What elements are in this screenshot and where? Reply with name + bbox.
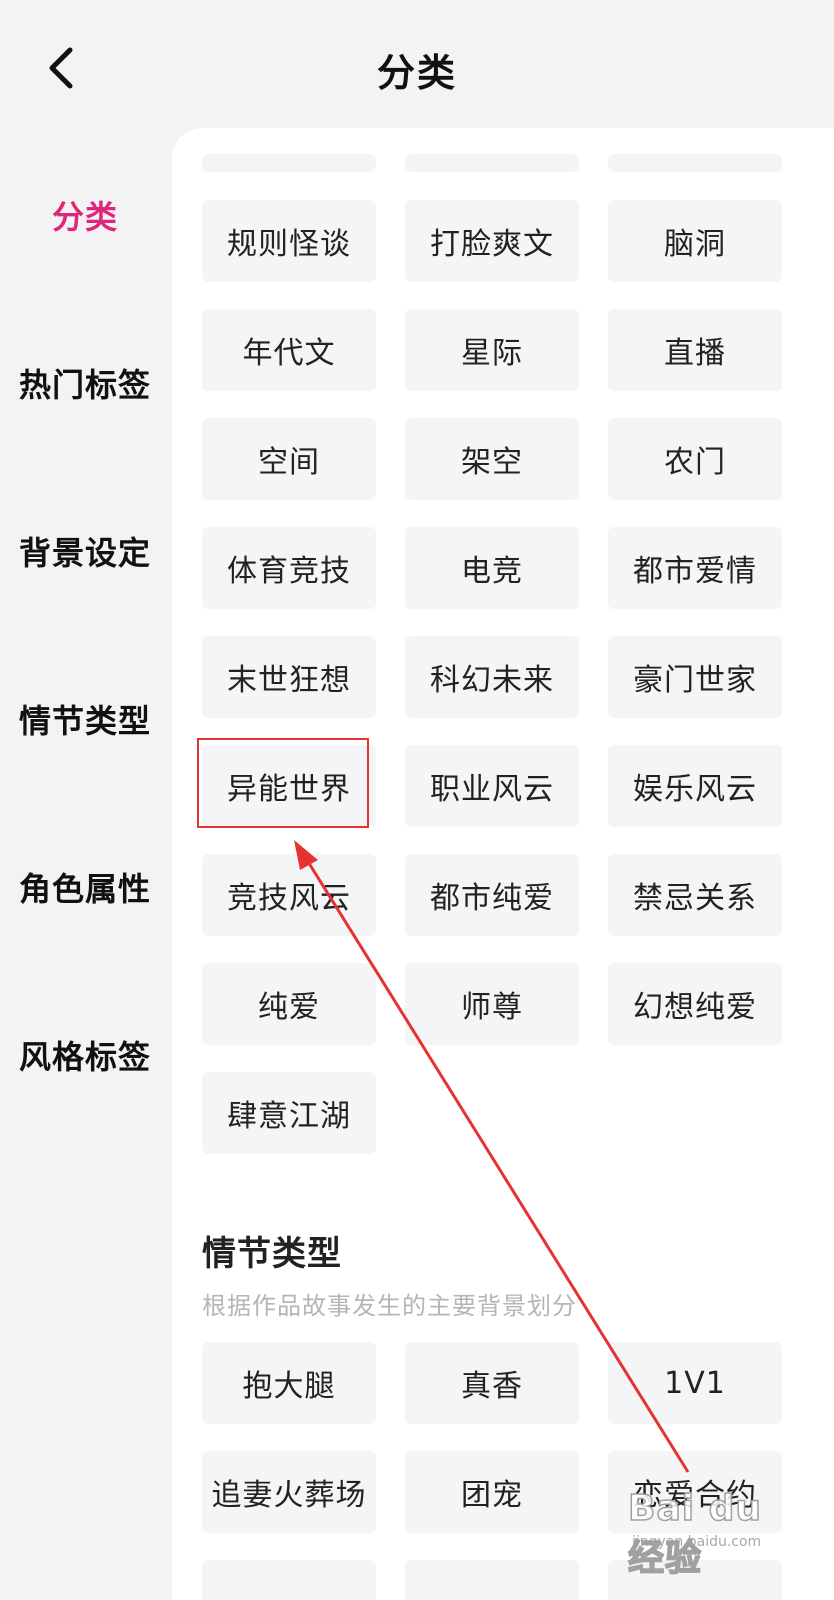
tag-button-partial[interactable] bbox=[608, 154, 782, 172]
section-description: 根据作品故事发生的主要背景划分 bbox=[202, 1292, 577, 1320]
tag-button-partial[interactable] bbox=[202, 154, 376, 172]
tag-button[interactable]: 纯爱 bbox=[202, 963, 376, 1045]
page-title: 分类 bbox=[376, 51, 457, 95]
tag-button[interactable]: 师尊 bbox=[405, 963, 579, 1045]
sidebar-item-category[interactable]: 分类 bbox=[0, 192, 170, 238]
header-bar: 分类 bbox=[0, 0, 834, 128]
tag-button[interactable]: 星际 bbox=[405, 309, 579, 391]
tag-button[interactable]: 空间 bbox=[202, 418, 376, 500]
sidebar-item-plot-type[interactable]: 情节类型 bbox=[0, 696, 170, 742]
sidebar-item-style-tags[interactable]: 风格标签 bbox=[0, 1032, 170, 1078]
tag-button[interactable]: 电竞 bbox=[405, 527, 579, 609]
tag-button[interactable]: 真香 bbox=[405, 1342, 579, 1424]
tag-button[interactable]: 都市纯爱 bbox=[405, 854, 579, 936]
sidebar-item-hot-tags[interactable]: 热门标签 bbox=[0, 360, 170, 406]
tag-button[interactable]: 1V1 bbox=[608, 1342, 782, 1424]
tag-button-highlighted[interactable]: 异能世界 bbox=[202, 745, 376, 827]
tag-button[interactable]: 打脸爽文 bbox=[405, 200, 579, 282]
tag-button[interactable]: 科幻未来 bbox=[405, 636, 579, 718]
tag-button[interactable]: 末世狂想 bbox=[202, 636, 376, 718]
tag-button-partial[interactable] bbox=[405, 154, 579, 172]
tag-button[interactable]: 都市爱情 bbox=[608, 527, 782, 609]
tag-button[interactable]: 体育竞技 bbox=[202, 527, 376, 609]
tag-button-partial[interactable] bbox=[202, 1560, 376, 1600]
tag-panel[interactable]: 规则怪谈 打脸爽文 脑洞 年代文 星际 直播 空间 架空 农门 体育竞技 电竞 … bbox=[172, 128, 834, 1600]
tag-button[interactable]: 禁忌关系 bbox=[608, 854, 782, 936]
tag-button[interactable]: 职业风云 bbox=[405, 745, 579, 827]
tag-button[interactable]: 肆意江湖 bbox=[202, 1072, 376, 1154]
tag-button[interactable]: 竞技风云 bbox=[202, 854, 376, 936]
tag-button[interactable]: 恋爱合约 bbox=[608, 1451, 782, 1533]
sidebar: 分类 热门标签 背景设定 情节类型 角色属性 风格标签 bbox=[0, 130, 170, 1600]
tag-button[interactable]: 农门 bbox=[608, 418, 782, 500]
tag-button-partial[interactable] bbox=[405, 1560, 579, 1600]
tag-button[interactable]: 规则怪谈 bbox=[202, 200, 376, 282]
tag-button[interactable]: 豪门世家 bbox=[608, 636, 782, 718]
sidebar-item-character[interactable]: 角色属性 bbox=[0, 864, 170, 910]
tag-button[interactable]: 娱乐风云 bbox=[608, 745, 782, 827]
sidebar-item-background[interactable]: 背景设定 bbox=[0, 528, 170, 574]
tag-button[interactable]: 架空 bbox=[405, 418, 579, 500]
tag-button[interactable]: 年代文 bbox=[202, 309, 376, 391]
tag-button[interactable]: 抱大腿 bbox=[202, 1342, 376, 1424]
tag-button[interactable]: 脑洞 bbox=[608, 200, 782, 282]
tag-button-partial[interactable] bbox=[608, 1560, 782, 1600]
section-title: 情节类型 bbox=[202, 1234, 342, 1274]
tag-button[interactable]: 直播 bbox=[608, 309, 782, 391]
tag-button[interactable]: 幻想纯爱 bbox=[608, 963, 782, 1045]
tag-button[interactable]: 追妻火葬场 bbox=[202, 1451, 376, 1533]
tag-button[interactable]: 团宠 bbox=[405, 1451, 579, 1533]
